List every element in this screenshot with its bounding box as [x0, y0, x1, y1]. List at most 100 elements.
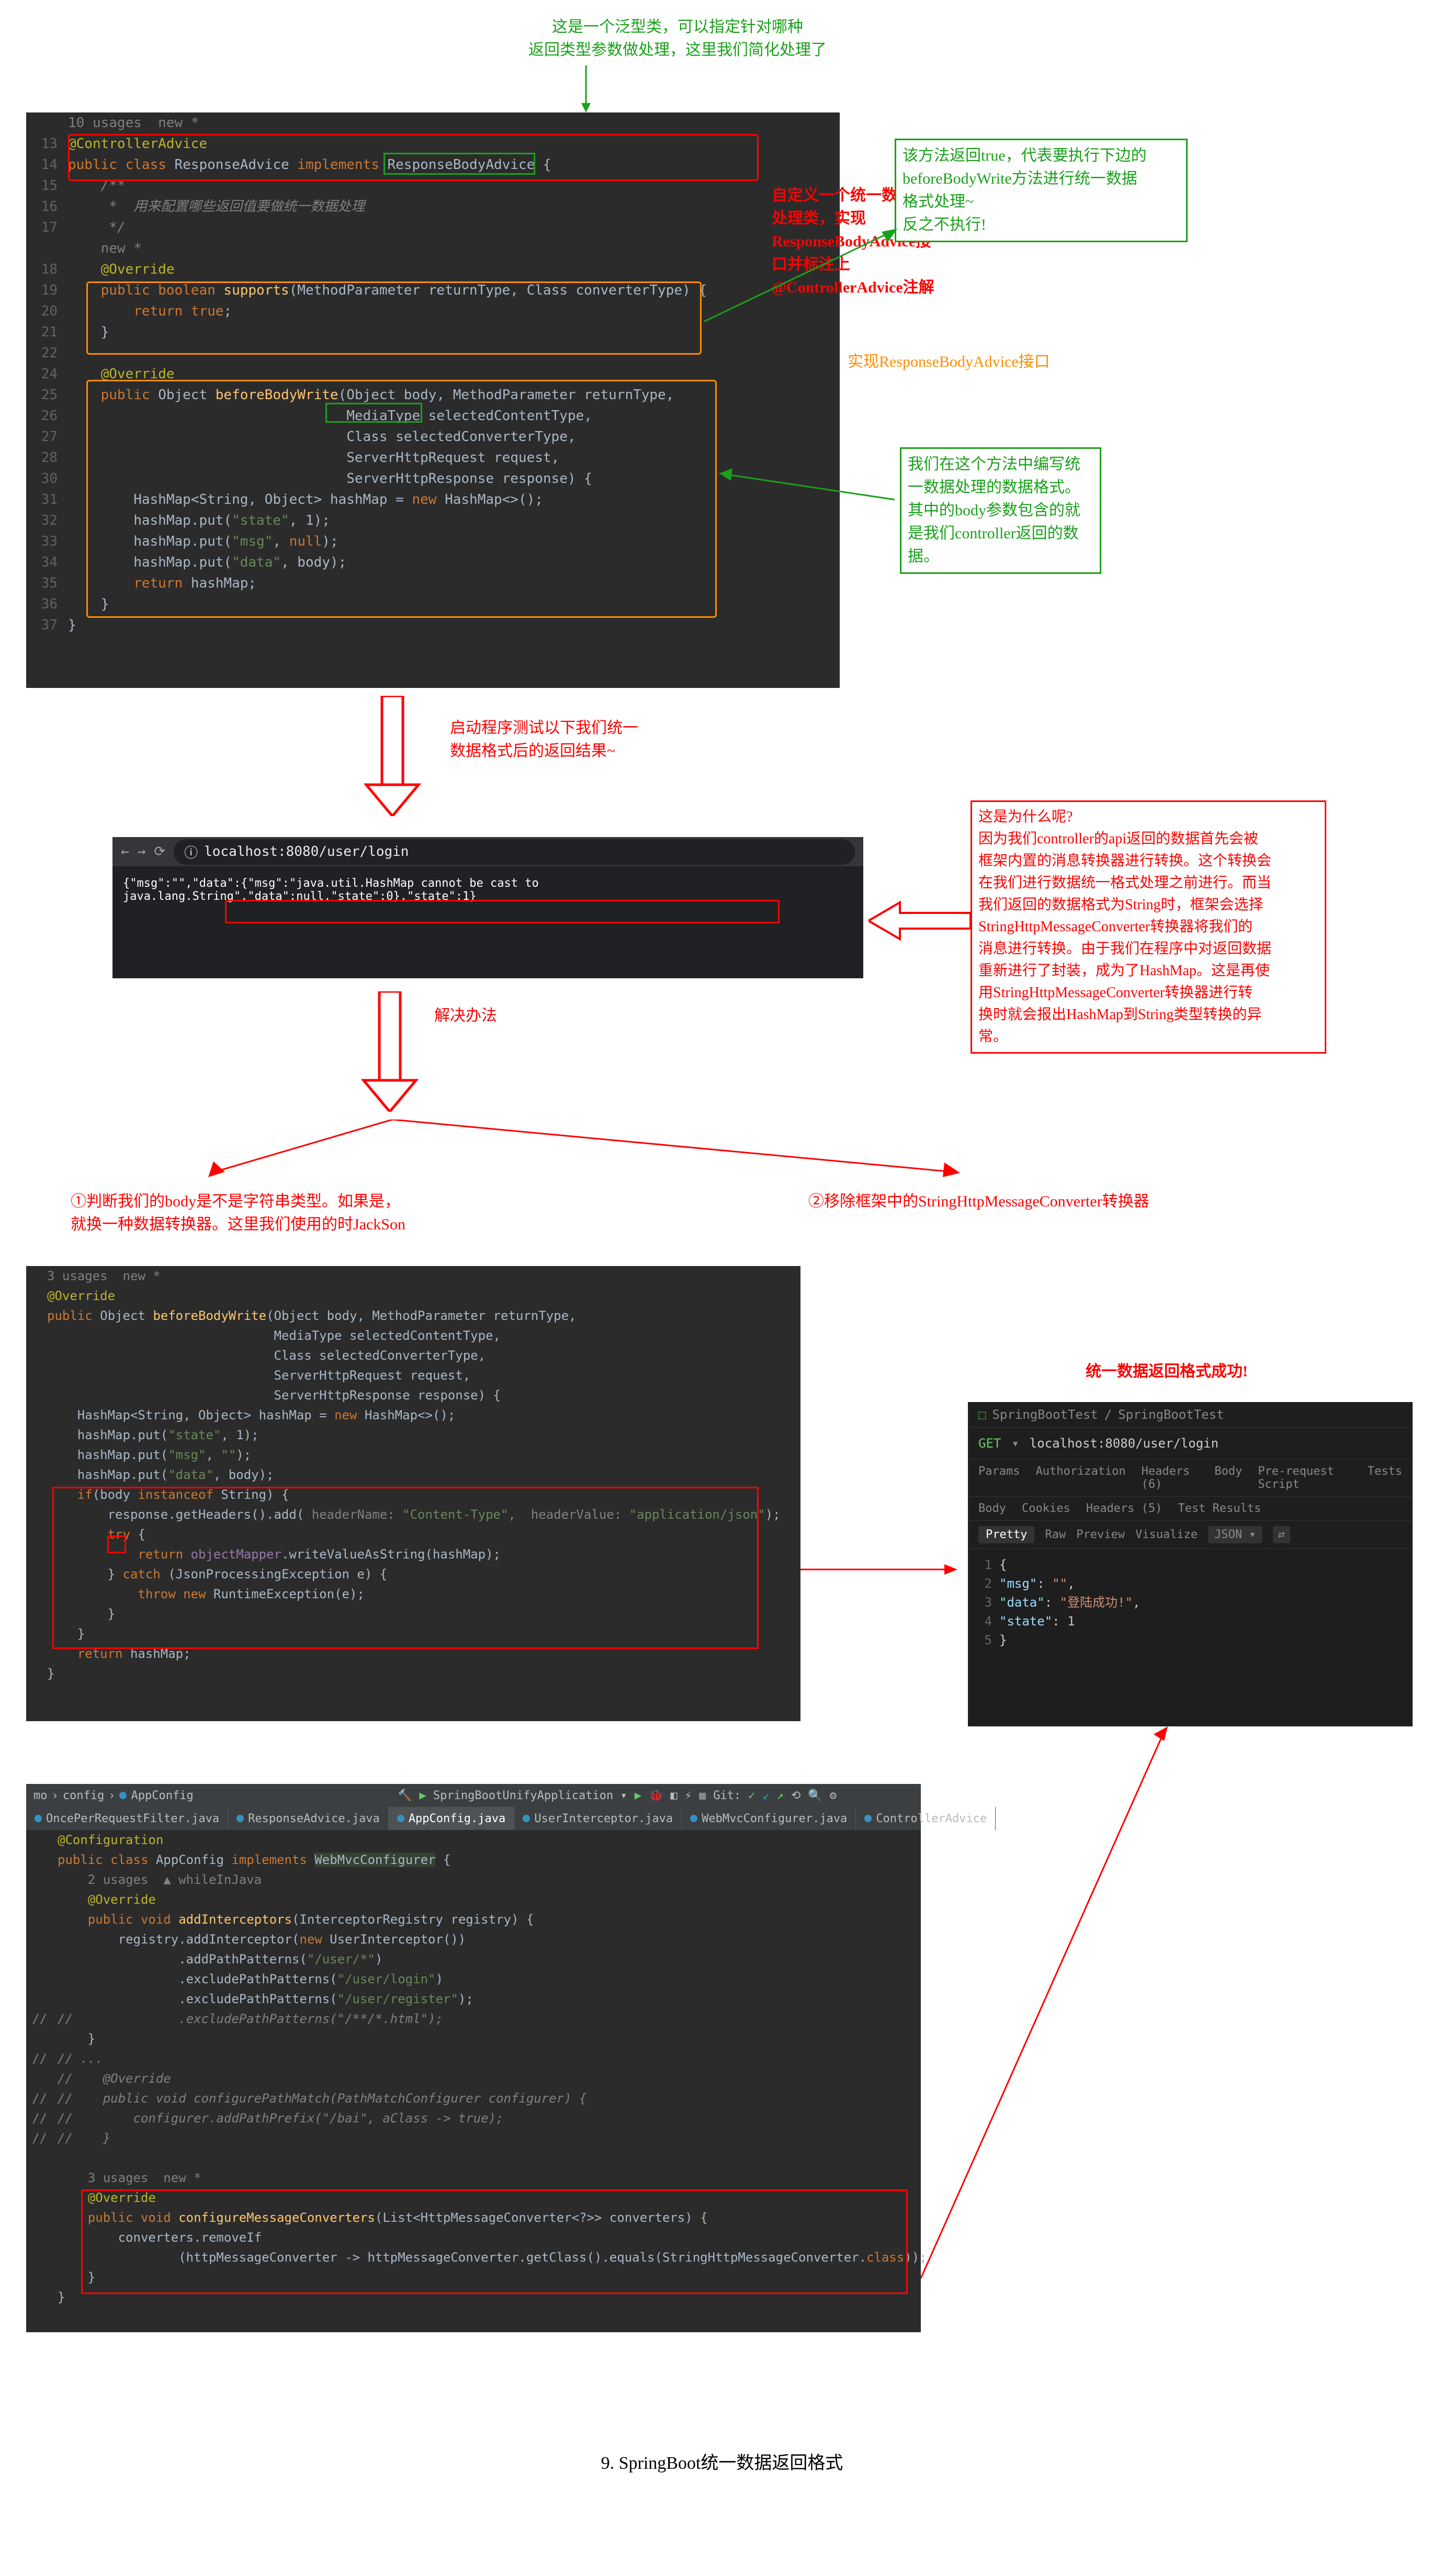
view-preview[interactable]: Preview	[1076, 1528, 1125, 1541]
arrow-editor3-to-api	[921, 1726, 1172, 2281]
code-line: return hashMap;	[68, 573, 256, 594]
file-tab-3[interactable]: UserInterceptor.java	[514, 1807, 682, 1830]
breadcrumb-2[interactable]: SpringBootTest	[1118, 1407, 1224, 1422]
file-icon	[864, 1815, 872, 1822]
git-history-icon[interactable]: ⟲	[791, 1789, 800, 1802]
code-line: return objectMapper.writeValueAsString(h…	[47, 1544, 501, 1564]
code-line: // }	[58, 2128, 110, 2148]
code-line: ServerHttpResponse response) {	[68, 468, 592, 489]
view-pretty[interactable]: Pretty	[978, 1526, 1034, 1543]
code-line: }	[58, 2287, 65, 2307]
chevron-down-icon[interactable]: ▾	[1011, 1436, 1019, 1451]
code-editor-2[interactable]: 3 usages new * @Override public Object b…	[26, 1266, 800, 1721]
resp-tab-headers[interactable]: Headers (5)	[1086, 1502, 1163, 1515]
figure-caption: 9. SpringBoot统一数据返回格式	[0, 2448, 1444, 2474]
note-generic-class: 这是一个泛型类，可以指定针对哪种 返回类型参数做处理，这里我们简化处理了	[510, 16, 845, 62]
code-line: Class selectedConverterType,	[47, 1346, 486, 1365]
request-tabs: Params Authorization Headers (6) Body Pr…	[968, 1460, 1413, 1497]
wrap-icon[interactable]: ⇄	[1273, 1526, 1290, 1543]
code-line: @Override	[68, 259, 175, 280]
view-format[interactable]: JSON ▾	[1208, 1526, 1262, 1543]
stop-icon[interactable]: ■	[699, 1789, 706, 1802]
code-line: Class selectedConverterType,	[68, 426, 576, 447]
forward-icon[interactable]: →	[138, 844, 146, 860]
url-text: localhost:8080/user/login	[204, 844, 409, 860]
tab-tests[interactable]: Tests	[1368, 1465, 1402, 1491]
ide-file-tabs: OncePerRequestFilter.java ResponseAdvice…	[26, 1807, 921, 1830]
reload-icon[interactable]: ⟳	[154, 844, 165, 860]
tab-authorization[interactable]: Authorization	[1035, 1465, 1125, 1491]
collection-icon: ⬚	[978, 1407, 986, 1422]
tab-prerequest[interactable]: Pre-request Script	[1258, 1465, 1351, 1491]
arrow-left-error	[868, 900, 973, 942]
tab-body[interactable]: Body	[1214, 1465, 1242, 1491]
resp-tab-cookies[interactable]: Cookies	[1022, 1502, 1070, 1515]
note-solution-label: 解决办法	[434, 1004, 497, 1027]
breadcrumb-1[interactable]: SpringBootTest	[992, 1407, 1098, 1422]
code-line: (httpMessageConverter -> httpMessageConv…	[58, 2247, 927, 2267]
code-line: @Override	[47, 1286, 115, 1306]
tab-headers[interactable]: Headers (6)	[1142, 1465, 1199, 1491]
debug-icon[interactable]: 🐞	[649, 1789, 663, 1802]
request-url[interactable]: localhost:8080/user/login	[1030, 1436, 1219, 1451]
search-icon[interactable]: 🔍	[808, 1789, 822, 1802]
code-line: converters.removeIf	[58, 2228, 262, 2247]
note-solution-2: ②移除框架中的StringHttpMessageConverter转换器	[808, 1190, 1149, 1213]
code-editor-3[interactable]: @Configuration public class AppConfig im…	[26, 1830, 921, 2332]
coverage-icon[interactable]: ◧	[670, 1789, 677, 1802]
build-icon[interactable]: 🔨	[398, 1789, 412, 1802]
view-visualize[interactable]: Visualize	[1135, 1528, 1198, 1541]
more-icon[interactable]: ⚙	[830, 1789, 837, 1802]
address-bar[interactable]: ⓘ localhost:8080/user/login	[174, 839, 855, 865]
usage-hint: 3 usages new *	[58, 2168, 201, 2188]
code-line: @Configuration	[58, 1830, 163, 1850]
code-line: }	[47, 1664, 54, 1684]
file-tab-2[interactable]: AppConfig.java	[389, 1807, 514, 1830]
run-config-dropdown[interactable]: ▶ SpringBootUnifyApplication ▾	[419, 1789, 627, 1802]
code-line: } catch (JsonProcessingException e) {	[47, 1564, 387, 1584]
file-icon	[397, 1815, 404, 1822]
browser-toolbar: ← → ⟳ ⓘ localhost:8080/user/login	[112, 837, 863, 866]
code-line: ServerHttpResponse response) {	[47, 1385, 501, 1405]
code-line: ServerHttpRequest request,	[47, 1365, 470, 1385]
note-implement-interface: 实现ResponseBodyAdvice接口	[848, 351, 1050, 374]
back-icon[interactable]: ←	[121, 844, 129, 860]
code-editor-1[interactable]: 10 usages new * 13@ControllerAdvice 14pu…	[26, 112, 840, 688]
code-line: // public void configurePathMatch(PathMa…	[58, 2088, 586, 2108]
code-line: .addPathPatterns("/user/*")	[58, 1949, 382, 1969]
response-tabs: Body Cookies Headers (5) Test Results	[968, 1497, 1413, 1521]
code-line: }	[47, 1604, 115, 1624]
file-tab-0[interactable]: OncePerRequestFilter.java	[26, 1807, 228, 1830]
code-line: hashMap.put("data", body);	[47, 1465, 274, 1485]
file-icon	[35, 1815, 42, 1822]
tab-params[interactable]: Params	[978, 1465, 1020, 1491]
code-line: }	[58, 2267, 95, 2287]
resp-tab-body[interactable]: Body	[978, 1502, 1006, 1515]
code-line: hashMap.put("state", 1);	[47, 1425, 259, 1445]
solution-split-arrows	[204, 1120, 963, 1182]
file-tab-1[interactable]: ResponseAdvice.java	[228, 1807, 389, 1830]
api-breadcrumb: ⬚ SpringBootTest / SpringBootTest	[968, 1402, 1413, 1428]
code-line: public class ResponseAdvice implements R…	[68, 154, 551, 175]
view-raw[interactable]: Raw	[1045, 1528, 1066, 1541]
http-method[interactable]: GET	[978, 1436, 1001, 1451]
usage-hint: 10 usages new *	[68, 112, 199, 133]
code-line: ServerHttpRequest request,	[68, 447, 559, 468]
git-update-icon[interactable]: ↙	[762, 1789, 769, 1802]
git-push-icon[interactable]: ↗	[777, 1789, 784, 1802]
code-line: MediaType selectedContentType,	[68, 405, 592, 426]
view-bar: Pretty Raw Preview Visualize JSON ▾ ⇄	[968, 1521, 1413, 1549]
file-tab-4[interactable]: WebMvcConfigurer.java	[682, 1807, 856, 1830]
code-line: new *	[68, 238, 142, 259]
git-branch-icon[interactable]: ✓	[748, 1789, 755, 1802]
code-line: return hashMap;	[47, 1644, 191, 1664]
git-label: Git:	[713, 1789, 741, 1802]
profile-icon[interactable]: ⚡	[685, 1789, 692, 1802]
code-line: MediaType selectedContentType,	[47, 1326, 501, 1346]
code-line: public boolean supports(MethodParameter …	[68, 280, 707, 301]
note-success: 统一数据返回格式成功!	[1086, 1360, 1248, 1383]
run-icon[interactable]: ▶	[635, 1789, 641, 1802]
resp-tab-testresults[interactable]: Test Results	[1178, 1502, 1261, 1515]
code-line: hashMap.put("data", body);	[68, 552, 346, 573]
class-icon	[119, 1792, 127, 1799]
